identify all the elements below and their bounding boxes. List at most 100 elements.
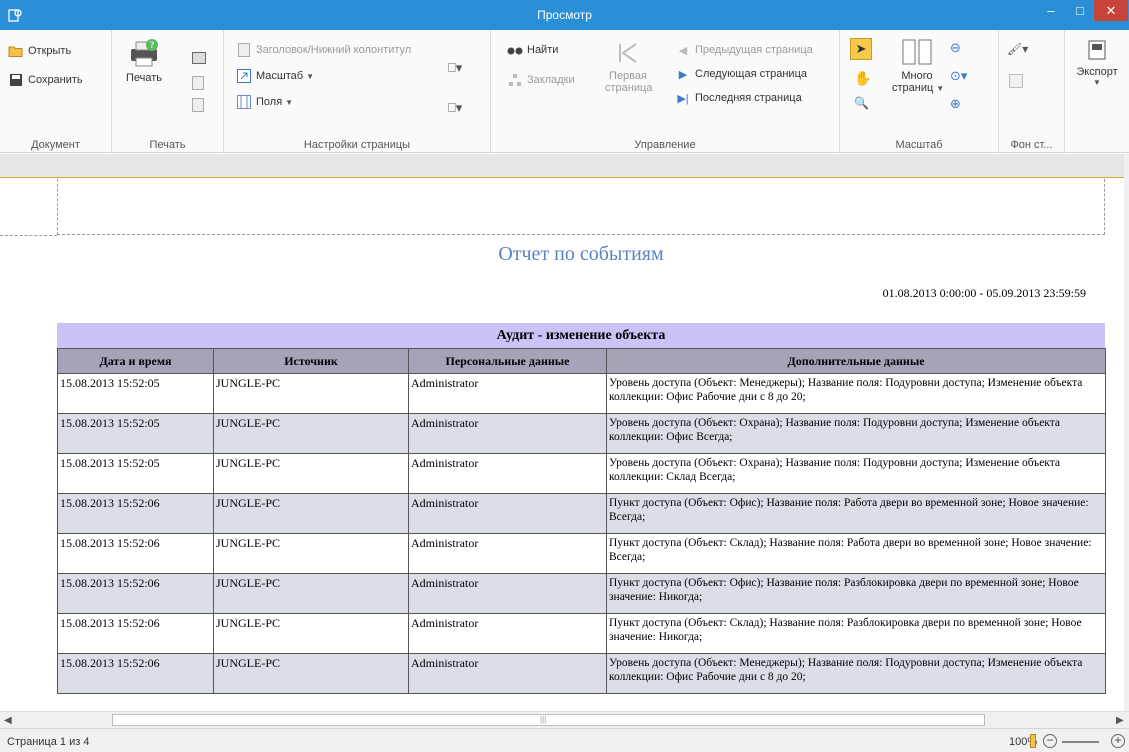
folder-icon: [8, 43, 24, 59]
page-setup-icon[interactable]: [192, 98, 204, 112]
first-page-label-1: Первая: [609, 70, 647, 82]
cell-datetime: 15.08.2013 15:52:05: [57, 413, 214, 454]
watermark-icon[interactable]: [1009, 74, 1023, 88]
cell-personal: Administrator: [408, 413, 607, 454]
group-label-zoom: Масштаб: [895, 139, 943, 151]
group-label-page-setup: Настройки страницы: [303, 139, 411, 151]
audit-table: Дата и время Источник Персональные данны…: [57, 348, 1106, 694]
window-title: Просмотр: [537, 8, 592, 22]
close-button[interactable]: ✕: [1094, 0, 1128, 21]
cell-additional: Пункт доступа (Объект: Офис); Название п…: [606, 573, 1106, 614]
zoom-out-icon[interactable]: −: [1043, 734, 1057, 748]
save-label: Сохранить: [28, 74, 83, 86]
prev-arrow-icon: ◀: [678, 44, 688, 57]
export-button[interactable]: Экспорт ▼: [1071, 40, 1123, 87]
print-button[interactable]: ? Печать: [122, 38, 166, 84]
scroll-left-icon[interactable]: ◀: [4, 715, 12, 726]
scroll-right-icon[interactable]: ▶: [1116, 715, 1124, 726]
magnifier-tool-icon[interactable]: 🔍: [854, 96, 869, 110]
document-preview[interactable]: Отчет по событиям 01.08.2013 0:00:00 - 0…: [0, 179, 1124, 711]
next-page-button[interactable]: ▶ Следующая страница: [675, 66, 807, 82]
cell-personal: Administrator: [408, 453, 607, 494]
chevron-down-icon: ▼: [1093, 78, 1101, 87]
status-bar: Страница 1 из 4 100% − +: [0, 728, 1129, 752]
table-row: 15.08.2013 15:52:05 JUNGLE-PC Administra…: [57, 413, 1106, 454]
zoom-in-ribbon-icon[interactable]: ⊕: [950, 96, 961, 112]
cell-personal: Administrator: [408, 493, 607, 534]
bookmarks-button[interactable]: Закладки: [507, 72, 575, 88]
cell-source: JUNGLE-PC: [213, 373, 409, 414]
zoom-in-icon[interactable]: +: [1111, 734, 1125, 748]
zoom-out-ribbon-icon[interactable]: ⊖: [950, 40, 961, 56]
print-label: Печать: [125, 72, 163, 84]
cell-additional: Уровень доступа (Объект: Охрана); Назван…: [606, 453, 1106, 494]
group-export: Экспорт ▼: [1065, 30, 1129, 153]
save-button[interactable]: Сохранить: [8, 72, 83, 88]
quick-print-icon[interactable]: [192, 52, 206, 64]
many-pages-label-2: страниц: [892, 82, 934, 94]
cell-source: JUNGLE-PC: [213, 493, 409, 534]
chevron-down-icon: ▼: [306, 71, 314, 81]
ribbon: Открыть Сохранить Документ ? Печать Печа…: [0, 30, 1129, 153]
find-label: Найти: [527, 44, 559, 56]
zoom-slider-thumb[interactable]: [1030, 734, 1036, 748]
header-footer-button[interactable]: Заголовок/Нижний колонтитул: [236, 42, 411, 58]
first-page-label-2: страница: [605, 82, 653, 94]
bookmarks-icon: [507, 72, 523, 88]
many-pages-button[interactable]: Много страниц ▼: [892, 38, 945, 95]
page-color-icon[interactable]: 🖌▾: [1007, 42, 1028, 56]
margins-icon: [236, 94, 252, 110]
fields-button[interactable]: Поля ▼: [236, 94, 293, 110]
cell-source: JUNGLE-PC: [213, 653, 409, 694]
cell-datetime: 15.08.2013 15:52:06: [57, 533, 214, 574]
last-page-icon: ▶|: [677, 92, 689, 105]
open-button[interactable]: Открыть: [8, 43, 71, 59]
cell-additional: Пункт доступа (Объект: Склад); Название …: [606, 613, 1106, 654]
horizontal-scrollbar[interactable]: ◀ ||| ▶: [0, 711, 1129, 728]
page-size-icon[interactable]: ⎕▾: [448, 100, 462, 116]
find-button[interactable]: Найти: [507, 42, 558, 58]
zoom-ribbon-icon[interactable]: ⊙▾: [950, 68, 967, 84]
first-page-button[interactable]: Первая страница: [605, 40, 653, 94]
save-icon: [8, 72, 24, 88]
scale-button[interactable]: Масштаб ▼: [236, 68, 314, 84]
cell-source: JUNGLE-PC: [213, 613, 409, 654]
pointer-tool-icon[interactable]: ➤: [850, 38, 872, 60]
maximize-button[interactable]: □: [1066, 0, 1094, 21]
margin-guide: [0, 235, 57, 236]
vertical-scrollbar[interactable]: [1124, 154, 1129, 711]
minimize-button[interactable]: –: [1037, 0, 1065, 21]
zoom-slider-track[interactable]: [1062, 741, 1099, 743]
cell-personal: Administrator: [408, 573, 607, 614]
cell-datetime: 15.08.2013 15:52:06: [57, 613, 214, 654]
group-label-navigation: Управление: [634, 139, 696, 151]
scroll-thumb[interactable]: [112, 714, 985, 726]
chevron-down-icon: ▼: [936, 84, 945, 93]
table-row: 15.08.2013 15:52:06 JUNGLE-PC Administra…: [57, 573, 1106, 614]
scale-label: Масштаб: [256, 70, 304, 82]
hand-tool-icon[interactable]: ✋: [854, 70, 871, 87]
header-margin-guide: [57, 179, 1105, 235]
cell-additional: Уровень доступа (Объект: Менеджеры); Наз…: [606, 653, 1106, 694]
first-page-icon: [616, 40, 640, 66]
group-label-background: Фон ст...: [1010, 139, 1053, 151]
table-row: 15.08.2013 15:52:05 JUNGLE-PC Administra…: [57, 453, 1106, 494]
cell-additional: Уровень доступа (Объект: Охрана); Назван…: [606, 413, 1106, 454]
scale-icon: [236, 68, 252, 84]
last-page-button[interactable]: ▶| Последняя страница: [675, 90, 801, 106]
title-bar: Просмотр – □ ✕: [0, 0, 1129, 30]
report-page: Отчет по событиям 01.08.2013 0:00:00 - 0…: [0, 179, 1124, 711]
next-arrow-icon: ▶: [678, 68, 688, 81]
cell-personal: Administrator: [408, 613, 607, 654]
print-setup-icon[interactable]: [192, 76, 204, 90]
column-header: Дополнительные данные: [606, 348, 1106, 374]
bookmarks-label: Закладки: [527, 74, 575, 86]
table-row: 15.08.2013 15:52:06 JUNGLE-PC Administra…: [57, 613, 1106, 654]
group-print: ? Печать Печать: [112, 30, 224, 153]
prev-page-button[interactable]: ◀ Предыдущая страница: [675, 42, 813, 58]
page-indicator: Страница 1 из 4: [7, 736, 90, 748]
cell-datetime: 15.08.2013 15:52:06: [57, 573, 214, 614]
orientation-icon[interactable]: ⎕▾: [448, 60, 462, 76]
next-page-label: Следующая страница: [695, 68, 807, 80]
column-header: Персональные данные: [408, 348, 607, 374]
